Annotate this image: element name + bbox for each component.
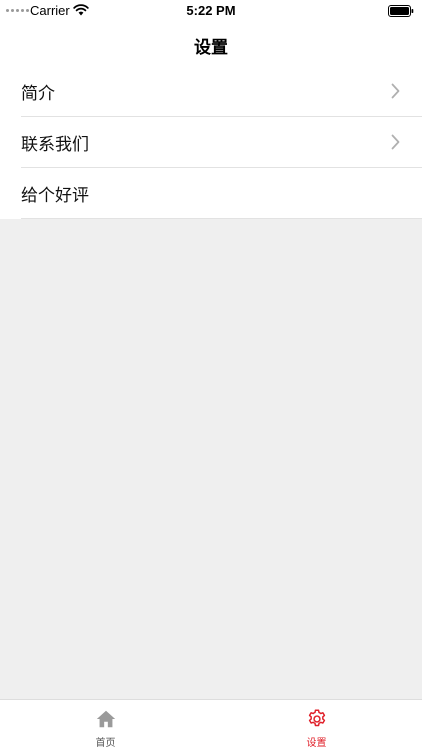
page-title: 设置 xyxy=(194,38,228,58)
menu-item-rate-app[interactable]: 给个好评 xyxy=(0,168,422,219)
menu-item-intro[interactable]: 简介 xyxy=(0,66,422,117)
navigation-bar: 设置 xyxy=(0,22,422,66)
tab-label-home: 首页 xyxy=(95,738,116,749)
battery-icon xyxy=(388,5,414,17)
menu-item-label: 联系我们 xyxy=(21,135,89,155)
menu-item-contact-us[interactable]: 联系我们 xyxy=(0,117,422,168)
home-icon xyxy=(96,710,115,728)
chevron-right-icon xyxy=(391,134,400,150)
tab-label-settings: 设置 xyxy=(306,738,327,749)
settings-menu-list: 简介 联系我们 给个好评 xyxy=(0,66,422,219)
tab-home[interactable]: 首页 xyxy=(0,700,211,750)
tab-settings[interactable]: 设置 xyxy=(211,700,422,750)
status-bar: Carrier 5:22 PM xyxy=(0,0,422,22)
divider xyxy=(21,218,422,219)
menu-item-label: 简介 xyxy=(21,84,55,104)
gear-icon xyxy=(308,709,325,727)
status-time: 5:22 PM xyxy=(186,3,236,18)
chevron-right-icon xyxy=(391,83,400,99)
tab-bar: 首页 设置 xyxy=(0,699,422,750)
menu-item-label: 给个好评 xyxy=(21,186,89,206)
